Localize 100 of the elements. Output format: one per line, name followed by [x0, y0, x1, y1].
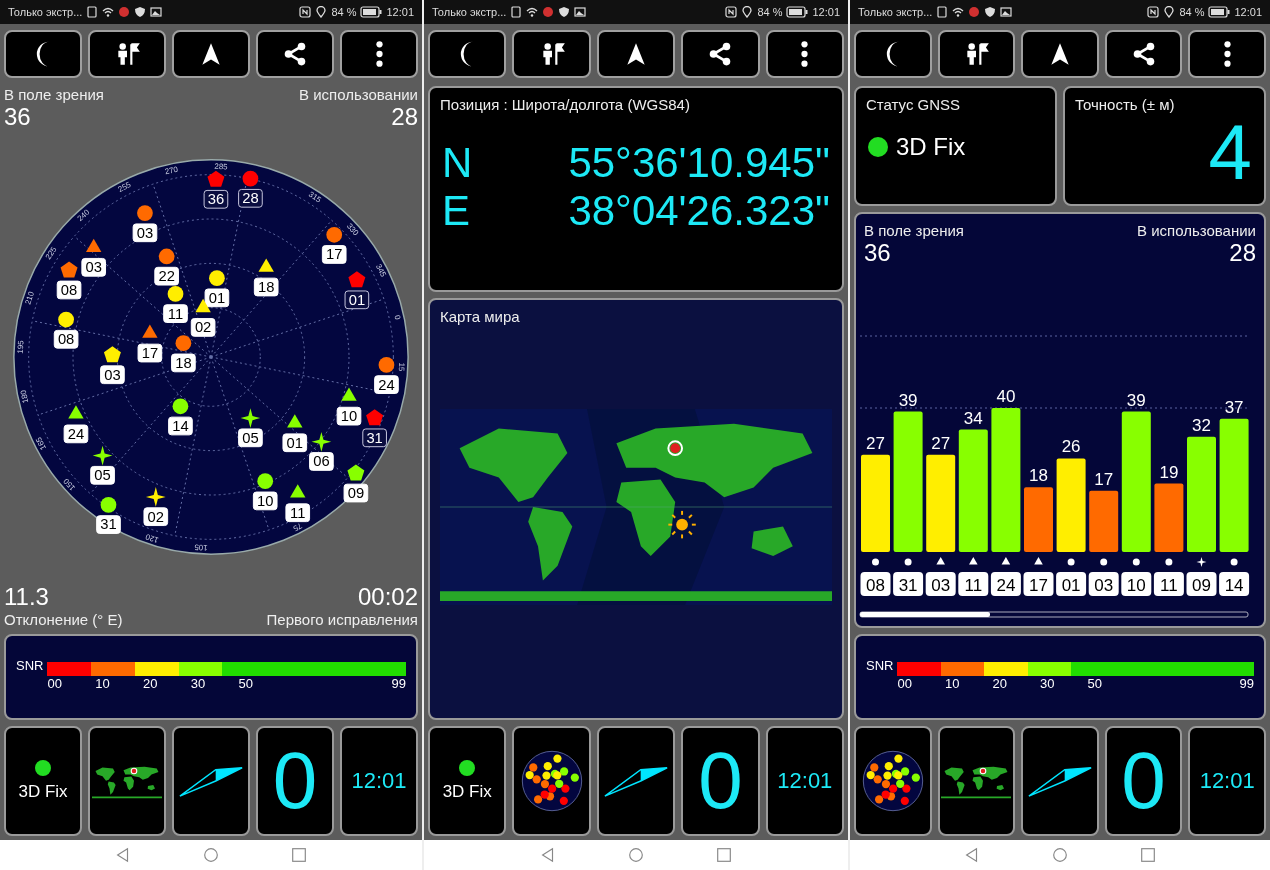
- satellite-count-value: 0: [698, 741, 743, 821]
- wifi-icon: [952, 6, 965, 18]
- x-tick-label: 14: [1224, 576, 1244, 595]
- fix-status-icon: [459, 760, 476, 776]
- x-tick-label: 09: [1192, 576, 1211, 595]
- person-flag-button[interactable]: [512, 30, 591, 78]
- time-tile[interactable]: 12:01: [765, 726, 845, 836]
- notification-text: Только экстр...: [8, 6, 83, 18]
- share-icon: [282, 41, 308, 67]
- battery-icon: [360, 6, 383, 18]
- bar-value-label: 19: [1159, 462, 1179, 482]
- clock-time: 12:01: [351, 768, 407, 794]
- navigation-button[interactable]: [172, 30, 250, 78]
- home-button[interactable]: [1051, 846, 1069, 864]
- compass-arrow-icon: [603, 764, 669, 798]
- hemisphere-letter: N: [442, 139, 473, 187]
- in-use-count: 28: [1229, 239, 1256, 267]
- satellite-label: 10: [252, 491, 278, 511]
- satellite-id-label: 01: [1056, 572, 1087, 596]
- bar-value-label: 27: [866, 433, 885, 453]
- arrow-tile[interactable]: [172, 726, 250, 836]
- position-title: Позиция : Широта/долгота (WGS84): [439, 95, 691, 113]
- satellite-id-label: 31: [893, 572, 924, 596]
- satellite-label: 24: [374, 375, 399, 394]
- circle-marker-icon: [1165, 558, 1173, 566]
- satellite-id-label: 03: [925, 572, 956, 596]
- in-use-label: В использовании: [299, 86, 418, 103]
- first-fix-label: Первого исправления: [266, 611, 418, 628]
- more-menu-button[interactable]: [340, 30, 418, 78]
- bar-value-label: 18: [1029, 466, 1048, 486]
- satellite-id-label: 17: [1023, 572, 1054, 596]
- compass-arrow-icon: [1027, 764, 1093, 798]
- circle-marker-icon: [1230, 558, 1238, 566]
- share-button[interactable]: [256, 30, 334, 78]
- location-pin-icon: [315, 6, 328, 18]
- status-time: 12:01: [1234, 6, 1262, 18]
- home-button[interactable]: [627, 846, 645, 864]
- battery-icon: [786, 6, 809, 18]
- in-view-count: 36: [4, 103, 32, 131]
- number-tile[interactable]: 0: [1104, 726, 1183, 836]
- sky-tile[interactable]: [512, 726, 591, 836]
- gallery-icon: [1000, 6, 1013, 18]
- recent-apps-button[interactable]: [1139, 846, 1157, 864]
- fix-status-icon: [35, 760, 51, 776]
- snr-tick-label: 30: [190, 676, 207, 691]
- fix-status-text: 3D Fix: [18, 782, 68, 802]
- bar-value-label: 39: [1126, 390, 1146, 410]
- triangle-marker-icon: [1001, 557, 1011, 565]
- satellite-id-label: 10: [1121, 572, 1152, 596]
- compass-arrow-icon: [178, 764, 244, 798]
- navigation-button[interactable]: [1021, 30, 1099, 78]
- person-flag-button[interactable]: [88, 30, 166, 78]
- recent-apps-button[interactable]: [290, 846, 308, 864]
- fix-tile[interactable]: 3D Fix: [4, 726, 82, 836]
- share-button[interactable]: [681, 30, 760, 78]
- fix-tile[interactable]: 3D Fix: [428, 726, 507, 836]
- arrow-tile[interactable]: [1021, 726, 1099, 836]
- sky-tile[interactable]: [854, 726, 932, 836]
- number-tile[interactable]: 0: [256, 726, 334, 836]
- scrollbar[interactable]: [859, 611, 1249, 618]
- shield-icon: [558, 6, 571, 18]
- share-button[interactable]: [1104, 30, 1183, 78]
- gnss-status-title: Статус GNSS: [865, 95, 962, 113]
- satellite-label: 18: [253, 277, 279, 297]
- satellite-count-value: 0: [1121, 741, 1166, 821]
- battery-icon: [1208, 6, 1231, 18]
- night-mode-button[interactable]: [428, 30, 507, 78]
- circle-marker-icon: [904, 558, 912, 566]
- map-tile[interactable]: [88, 726, 166, 836]
- sim-card-icon: [510, 6, 523, 18]
- coordinate-value: 55°36'10.945": [568, 139, 830, 187]
- signal-bar: [1024, 487, 1053, 552]
- star-marker-icon: [1196, 557, 1207, 567]
- accuracy-title: Точность (± м): [1074, 95, 1176, 113]
- sim-card-icon: [936, 6, 949, 18]
- in-view-label: В поле зрения: [864, 222, 964, 239]
- person-flag-button[interactable]: [937, 30, 1016, 78]
- time-tile[interactable]: 12:01: [1188, 726, 1266, 836]
- night-mode-button[interactable]: [4, 30, 82, 78]
- first-fix-time: 00:02: [357, 583, 418, 611]
- arrow-tile[interactable]: [596, 726, 676, 836]
- more-icon: [375, 41, 383, 67]
- wifi-icon: [526, 6, 539, 18]
- number-tile[interactable]: 0: [681, 726, 760, 836]
- recent-apps-button[interactable]: [715, 846, 733, 864]
- snr-tick-label: 99: [391, 676, 406, 691]
- battery-percent: 84 %: [757, 6, 783, 18]
- time-tile[interactable]: 12:01: [340, 726, 418, 836]
- more-menu-button[interactable]: [1188, 30, 1266, 78]
- more-menu-button[interactable]: [765, 30, 845, 78]
- snr-tick-label: 10: [944, 676, 961, 691]
- satellite-label: 31: [96, 515, 121, 534]
- night-mode-button[interactable]: [854, 30, 932, 78]
- notification-text: Только экстр...: [432, 6, 507, 18]
- home-button[interactable]: [202, 846, 220, 864]
- map-tile[interactable]: [937, 726, 1016, 836]
- navigation-button[interactable]: [596, 30, 676, 78]
- snr-tick-label: 50: [1087, 676, 1103, 691]
- coordinate-value: 38°04'26.323": [568, 187, 830, 235]
- satellite-label: 24: [63, 424, 89, 444]
